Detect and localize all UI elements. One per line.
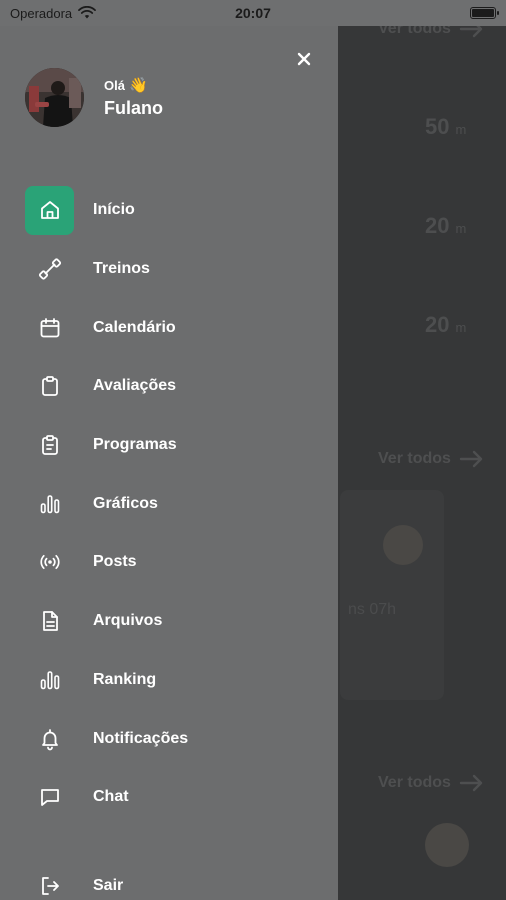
stat-value: 20 m: [425, 213, 467, 238]
user-name: Fulano: [104, 98, 163, 118]
logout-label: Sair: [93, 876, 124, 894]
greeting-text: Olá: [104, 77, 125, 93]
menu-label: Início: [93, 201, 135, 219]
menu-label: Notificações: [93, 729, 189, 747]
menu-label: Arquivos: [93, 612, 163, 630]
see-all-link-mid[interactable]: Ver todos: [378, 450, 485, 468]
file-icon: [25, 597, 74, 646]
see-all-label: Ver todos: [378, 774, 451, 791]
chat-icon: [25, 773, 74, 822]
menu-item-calendario[interactable]: Calendário: [25, 298, 325, 357]
logout-button[interactable]: Sair: [25, 861, 123, 900]
post-card[interactable]: [340, 490, 444, 700]
carrier-name: Operadora: [10, 5, 73, 21]
see-all-link-bottom[interactable]: Ver todos: [378, 774, 485, 792]
menu-item-inicio[interactable]: Início: [25, 181, 325, 240]
menu-item-notificacoes[interactable]: Notificações: [25, 709, 325, 768]
clipboard-list-icon: [25, 421, 74, 470]
menu-label: Programas: [93, 436, 177, 454]
menu-label: Chat: [93, 788, 129, 806]
arrow-right-icon: [459, 450, 483, 468]
menu-item-graficos[interactable]: Gráficos: [25, 474, 325, 533]
menu-label: Posts: [93, 553, 137, 571]
ranking-icon: [25, 655, 74, 704]
bar-chart-icon: [25, 479, 74, 528]
menu-item-avaliacoes[interactable]: Avaliações: [25, 357, 325, 416]
menu-item-ranking[interactable]: Ranking: [25, 651, 325, 710]
drawer-menu: Início Treinos Calendário Avaliações Pro: [25, 181, 325, 827]
menu-label: Ranking: [93, 670, 157, 688]
menu-label: Calendário: [93, 318, 176, 336]
user-photo: [25, 68, 84, 127]
user-profile[interactable]: Olá 👋 Fulano: [25, 68, 163, 127]
home-icon: [25, 185, 74, 235]
wifi-icon: [78, 6, 97, 19]
menu-item-chat[interactable]: Chat: [25, 768, 325, 827]
battery-icon: [470, 7, 499, 19]
stat-value: 50 m: [425, 114, 467, 139]
menu-item-programas[interactable]: Programas: [25, 416, 325, 475]
broadcast-icon: [25, 538, 74, 587]
close-icon: [297, 52, 311, 66]
calendar-icon: [25, 303, 74, 352]
ranking-avatar: [425, 823, 469, 867]
arrow-right-icon: [459, 774, 483, 792]
logout-icon: [25, 861, 74, 900]
navigation-drawer: Olá 👋 Fulano Início Treinos Calendário A…: [0, 0, 338, 900]
menu-item-treinos[interactable]: Treinos: [25, 240, 325, 299]
waving-hand-icon: 👋: [128, 77, 148, 94]
menu-label: Treinos: [93, 260, 150, 278]
status-bar: Operadora 20:07: [0, 0, 506, 26]
see-all-label: Ver todos: [378, 450, 451, 467]
post-avatar: [383, 525, 423, 565]
menu-label: Gráficos: [93, 494, 158, 512]
avatar: [25, 68, 84, 127]
stat-value: 20 m: [425, 312, 467, 337]
clipboard-icon: [25, 362, 74, 411]
dumbbell-icon: [25, 245, 74, 294]
menu-item-arquivos[interactable]: Arquivos: [25, 592, 325, 651]
menu-label: Avaliações: [93, 377, 177, 395]
bell-icon: [25, 714, 74, 763]
post-meta: ns 07h: [348, 601, 397, 618]
close-drawer-button[interactable]: [291, 46, 317, 72]
clock: 20:07: [235, 5, 271, 21]
menu-item-posts[interactable]: Posts: [25, 533, 325, 592]
